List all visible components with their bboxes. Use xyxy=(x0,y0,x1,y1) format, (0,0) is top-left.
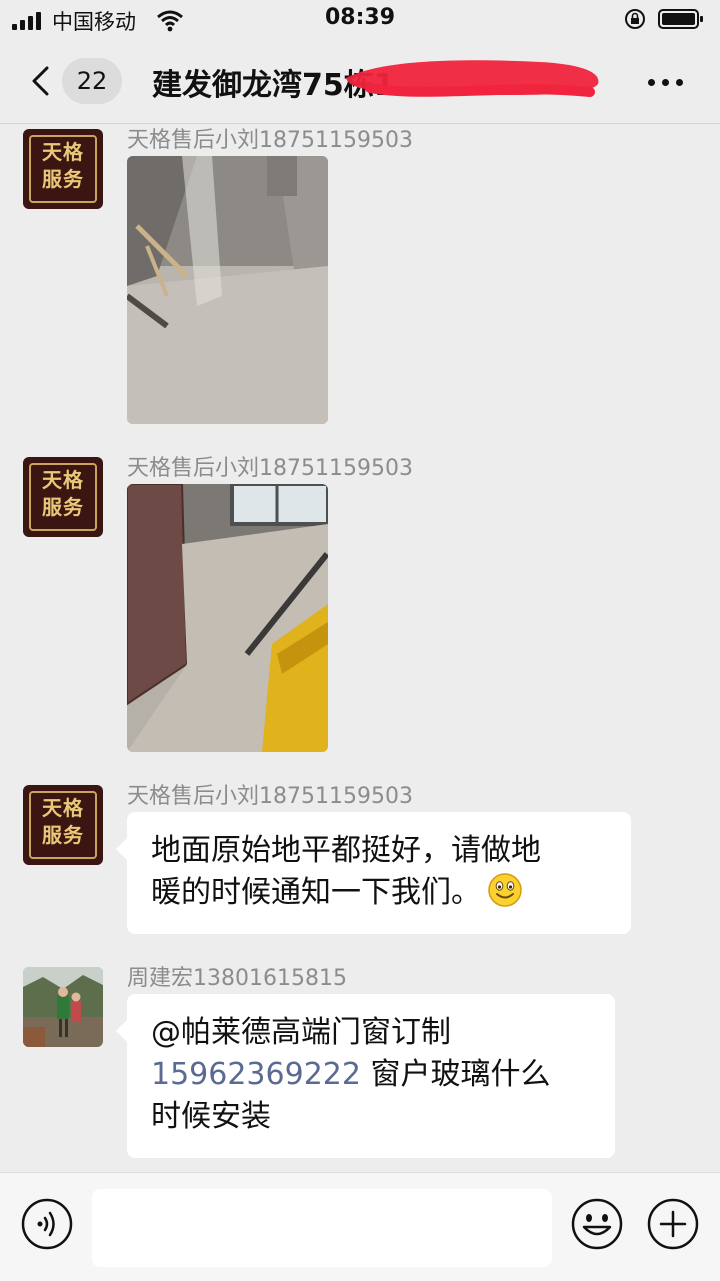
chevron-left-icon xyxy=(32,66,49,96)
redaction-mark xyxy=(346,60,599,97)
message-text-line: 地面原始地平都挺好，请做地 xyxy=(151,833,541,868)
status-bar: 中国移动 08:39 xyxy=(0,0,720,40)
voice-input-icon[interactable] xyxy=(20,1197,74,1251)
message-text-line: 暖的时候通知一下我们。 xyxy=(151,875,481,910)
unread-count-badge: 22 xyxy=(62,58,122,104)
message-bubble[interactable]: @帕莱德高端门窗订制 15962369222 窗户玻璃什么 时候安装 xyxy=(116,994,615,1158)
sender-avatar[interactable]: 天格 服务 xyxy=(23,457,103,537)
plus-icon[interactable] xyxy=(646,1197,700,1251)
message-input[interactable] xyxy=(92,1189,552,1267)
sender-avatar[interactable] xyxy=(23,967,103,1047)
sender-name: 天格售后小刘18751159503 xyxy=(127,128,413,153)
message-text-line: 时候安装 xyxy=(151,1099,271,1134)
emoji-icon[interactable] xyxy=(570,1197,624,1251)
avatar-text-line: 服务 xyxy=(42,495,84,519)
more-options-button[interactable] xyxy=(644,62,688,102)
sender-avatar[interactable]: 天格 服务 xyxy=(23,129,103,209)
avatar-text-line: 服务 xyxy=(42,167,84,191)
avatar-text-line: 天格 xyxy=(42,796,84,820)
phone-number-link[interactable]: 15962369222 xyxy=(151,1057,361,1092)
message-text-line: @帕莱德高端门窗订制 xyxy=(151,1015,451,1050)
avatar-text-line: 天格 xyxy=(42,140,84,164)
message-item: 天格 服务 天格售后小刘18751159503 地面原始地平都挺好，请做地 暖的… xyxy=(0,780,720,940)
sender-name: 天格售后小刘18751159503 xyxy=(127,456,413,481)
avatar-text-line: 服务 xyxy=(42,823,84,847)
message-photo[interactable] xyxy=(127,156,328,424)
message-item: 周建宏13801615815 @帕莱德高端门窗订制 15962369222 窗户… xyxy=(0,962,720,1162)
message-text-line: 窗户玻璃什么 xyxy=(360,1057,551,1092)
message-bubble[interactable]: 地面原始地平都挺好，请做地 暖的时候通知一下我们。 xyxy=(116,812,631,934)
message-item: 天格 服务 天格售后小刘18751159503 xyxy=(0,124,720,424)
message-photo[interactable] xyxy=(127,484,328,752)
status-time: 08:39 xyxy=(324,5,396,30)
sender-name: 周建宏13801615815 xyxy=(127,966,347,991)
smile-emoji-icon xyxy=(488,873,522,907)
message-item: 天格 服务 天格售后小刘18751159503 xyxy=(0,452,720,752)
sender-avatar[interactable]: 天格 服务 xyxy=(23,785,103,865)
chat-header: 22 建发御龙湾75栋1 xyxy=(0,40,720,124)
input-bar xyxy=(0,1172,720,1281)
avatar-text-line: 天格 xyxy=(42,468,84,492)
back-button[interactable]: 22 xyxy=(20,54,140,110)
sender-name: 天格售后小刘18751159503 xyxy=(127,784,413,809)
battery-icon xyxy=(658,9,703,29)
orientation-lock-icon xyxy=(625,9,645,29)
